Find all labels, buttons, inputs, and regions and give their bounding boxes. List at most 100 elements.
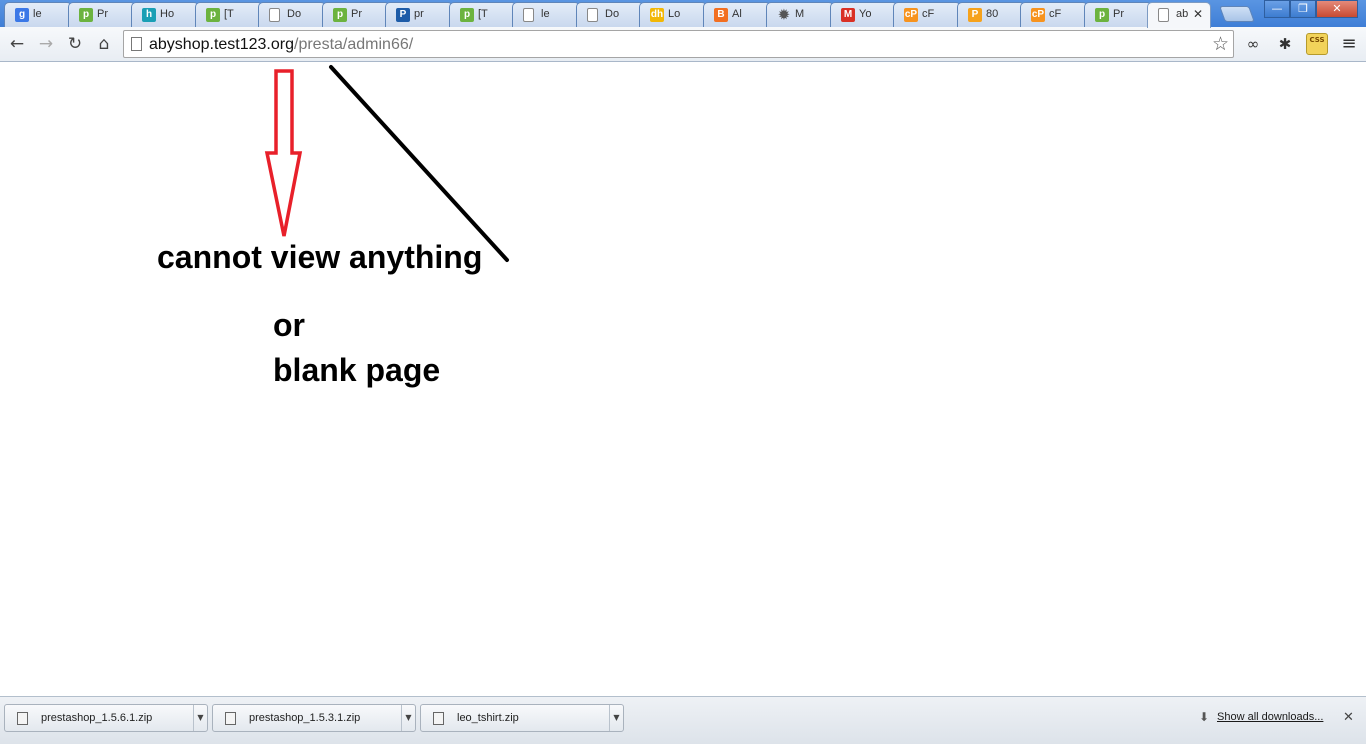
close-window-button[interactable]: ✕	[1316, 0, 1358, 18]
tab-label: Pr	[97, 8, 108, 20]
page-icon	[269, 8, 280, 22]
chevron-down-icon[interactable]: ▼	[401, 705, 415, 731]
tab-0[interactable]: g le	[4, 2, 72, 27]
show-all-downloads-text: Show all downloads...	[1217, 711, 1324, 723]
cpanel-icon: cP	[904, 8, 918, 22]
reload-button[interactable]: ↻	[63, 33, 87, 55]
zip-file-icon	[225, 712, 236, 725]
tab-17[interactable]: p Pr	[1084, 2, 1152, 27]
download-item[interactable]: prestashop_1.5.3.1.zip ▼	[212, 704, 416, 732]
tab-9[interactable]: Do	[576, 2, 644, 27]
tab-label: ab	[1176, 8, 1189, 20]
maximize-button[interactable]: ❐	[1290, 0, 1316, 18]
prestashop-icon: p	[1095, 8, 1109, 22]
tab-8[interactable]: le	[512, 2, 580, 27]
close-icon[interactable]: ✕	[1343, 710, 1354, 725]
annotation-or: or	[273, 307, 305, 343]
tab-label: pr	[414, 8, 424, 20]
down-arrow-icon	[264, 69, 303, 237]
tab-label: cF	[1049, 8, 1062, 20]
back-button[interactable]: ←	[5, 33, 29, 55]
tab-10[interactable]: dh Lo	[639, 2, 707, 27]
tab-6[interactable]: Ppr	[385, 2, 453, 27]
tab-15[interactable]: P 80	[957, 2, 1025, 27]
chevron-down-icon[interactable]: ▼	[193, 705, 207, 731]
tab-label: Do	[287, 8, 302, 20]
page-icon	[587, 8, 598, 22]
prestashop-icon: p	[333, 8, 347, 22]
tab-label: 80	[986, 8, 999, 20]
tab-4[interactable]: Do	[258, 2, 326, 27]
page-icon	[523, 8, 534, 22]
tab-label: [T	[478, 8, 488, 20]
google-icon: g	[15, 8, 29, 22]
gear-icon: ✹	[778, 7, 790, 22]
tab-16[interactable]: cP cF	[1020, 2, 1088, 27]
tab-14[interactable]: cP cF	[893, 2, 961, 27]
download-filename: prestashop_1.5.6.1.zip	[41, 712, 153, 724]
tab-3[interactable]: p [T	[195, 2, 263, 27]
tab-label: Al	[732, 8, 742, 20]
firebug-ext-icon[interactable]: ✱	[1274, 33, 1296, 55]
url-host: abyshop.test123.org	[149, 36, 294, 53]
tab-strip: g le p Pr h Ho p [T Do p Pr Ppr p [T le Do dh Lo B Al ✹ M M Yo c…	[0, 0, 1366, 28]
wrench-menu-icon[interactable]: ≡	[1338, 33, 1360, 55]
tab-label: cF	[922, 8, 935, 20]
tab-label: le	[33, 8, 42, 20]
cpanel-icon: cP	[1031, 8, 1045, 22]
prestashop-forum-icon: P	[396, 8, 410, 22]
zip-file-icon	[17, 712, 28, 725]
hostgator-icon: h	[142, 8, 156, 22]
tab-close-icon[interactable]: ✕	[1193, 7, 1203, 21]
dh-icon: dh	[650, 8, 664, 22]
download-shelf: prestashop_1.5.6.1.zip ▼ prestashop_1.5.…	[0, 696, 1366, 744]
tab-label: Lo	[668, 8, 681, 20]
download-filename: leo_tshirt.zip	[457, 712, 519, 724]
tab-label: Yo	[859, 8, 872, 20]
pointer-line	[329, 65, 509, 262]
gmail-icon: M	[841, 8, 855, 22]
annotation-blank-page: blank page	[273, 352, 441, 388]
prestashop-icon: p	[206, 8, 220, 22]
download-filename: prestashop_1.5.3.1.zip	[249, 712, 361, 724]
page-content: cannot view anything or blank page	[0, 62, 1366, 696]
page-icon	[131, 37, 142, 51]
page-icon	[1158, 8, 1169, 22]
download-item[interactable]: prestashop_1.5.6.1.zip ▼	[4, 704, 208, 732]
url-text[interactable]: abyshop.test123.org/presta/admin66/	[149, 36, 413, 54]
home-button[interactable]: ⌂	[92, 33, 116, 55]
prestashop-icon: p	[79, 8, 93, 22]
minimize-button[interactable]: —	[1264, 0, 1290, 18]
download-item[interactable]: leo_tshirt.zip ▼	[420, 704, 624, 732]
css-ext-icon[interactable]: CSS	[1306, 33, 1328, 55]
tab-label: M	[795, 8, 805, 20]
blogger-icon: B	[714, 8, 728, 22]
tab-1[interactable]: p Pr	[68, 2, 136, 27]
phpmyadmin-icon: P	[968, 8, 982, 22]
window-controls: — ❐ ✕	[1264, 0, 1358, 18]
new-tab-button[interactable]	[1219, 6, 1255, 22]
browser-toolbar: ← → ↻ ⌂ abyshop.test123.org/presta/admin…	[0, 27, 1366, 62]
bookmark-star-icon[interactable]: ☆	[1212, 33, 1229, 55]
tab-label: Pr	[351, 8, 362, 20]
forward-button[interactable]: →	[34, 33, 58, 55]
tab-label: Do	[605, 8, 620, 20]
tab-label: le	[541, 8, 550, 20]
tab-12[interactable]: ✹ M	[766, 2, 834, 27]
tab-label: Ho	[160, 8, 175, 20]
prestashop-icon: p	[460, 8, 474, 22]
infinity-ext-icon[interactable]: ∞	[1242, 33, 1264, 55]
tab-7[interactable]: p [T	[449, 2, 517, 27]
tab-5[interactable]: p Pr	[322, 2, 390, 27]
tab-11[interactable]: B Al	[703, 2, 771, 27]
address-bar[interactable]: abyshop.test123.org/presta/admin66/ ☆	[123, 30, 1234, 58]
tab-18[interactable]: ab ✕	[1147, 2, 1211, 28]
chevron-down-icon[interactable]: ▼	[609, 705, 623, 731]
tab-13[interactable]: M Yo	[830, 2, 898, 27]
zip-file-icon	[433, 712, 444, 725]
annotation-layer	[264, 65, 509, 262]
browser-window: g le p Pr h Ho p [T Do p Pr Ppr p [T le Do dh Lo B Al ✹ M M Yo c…	[0, 0, 1366, 744]
url-path: /presta/admin66/	[294, 36, 414, 53]
show-all-downloads-link[interactable]: Show all downloads...	[1200, 711, 1323, 723]
tab-2[interactable]: h Ho	[131, 2, 199, 27]
